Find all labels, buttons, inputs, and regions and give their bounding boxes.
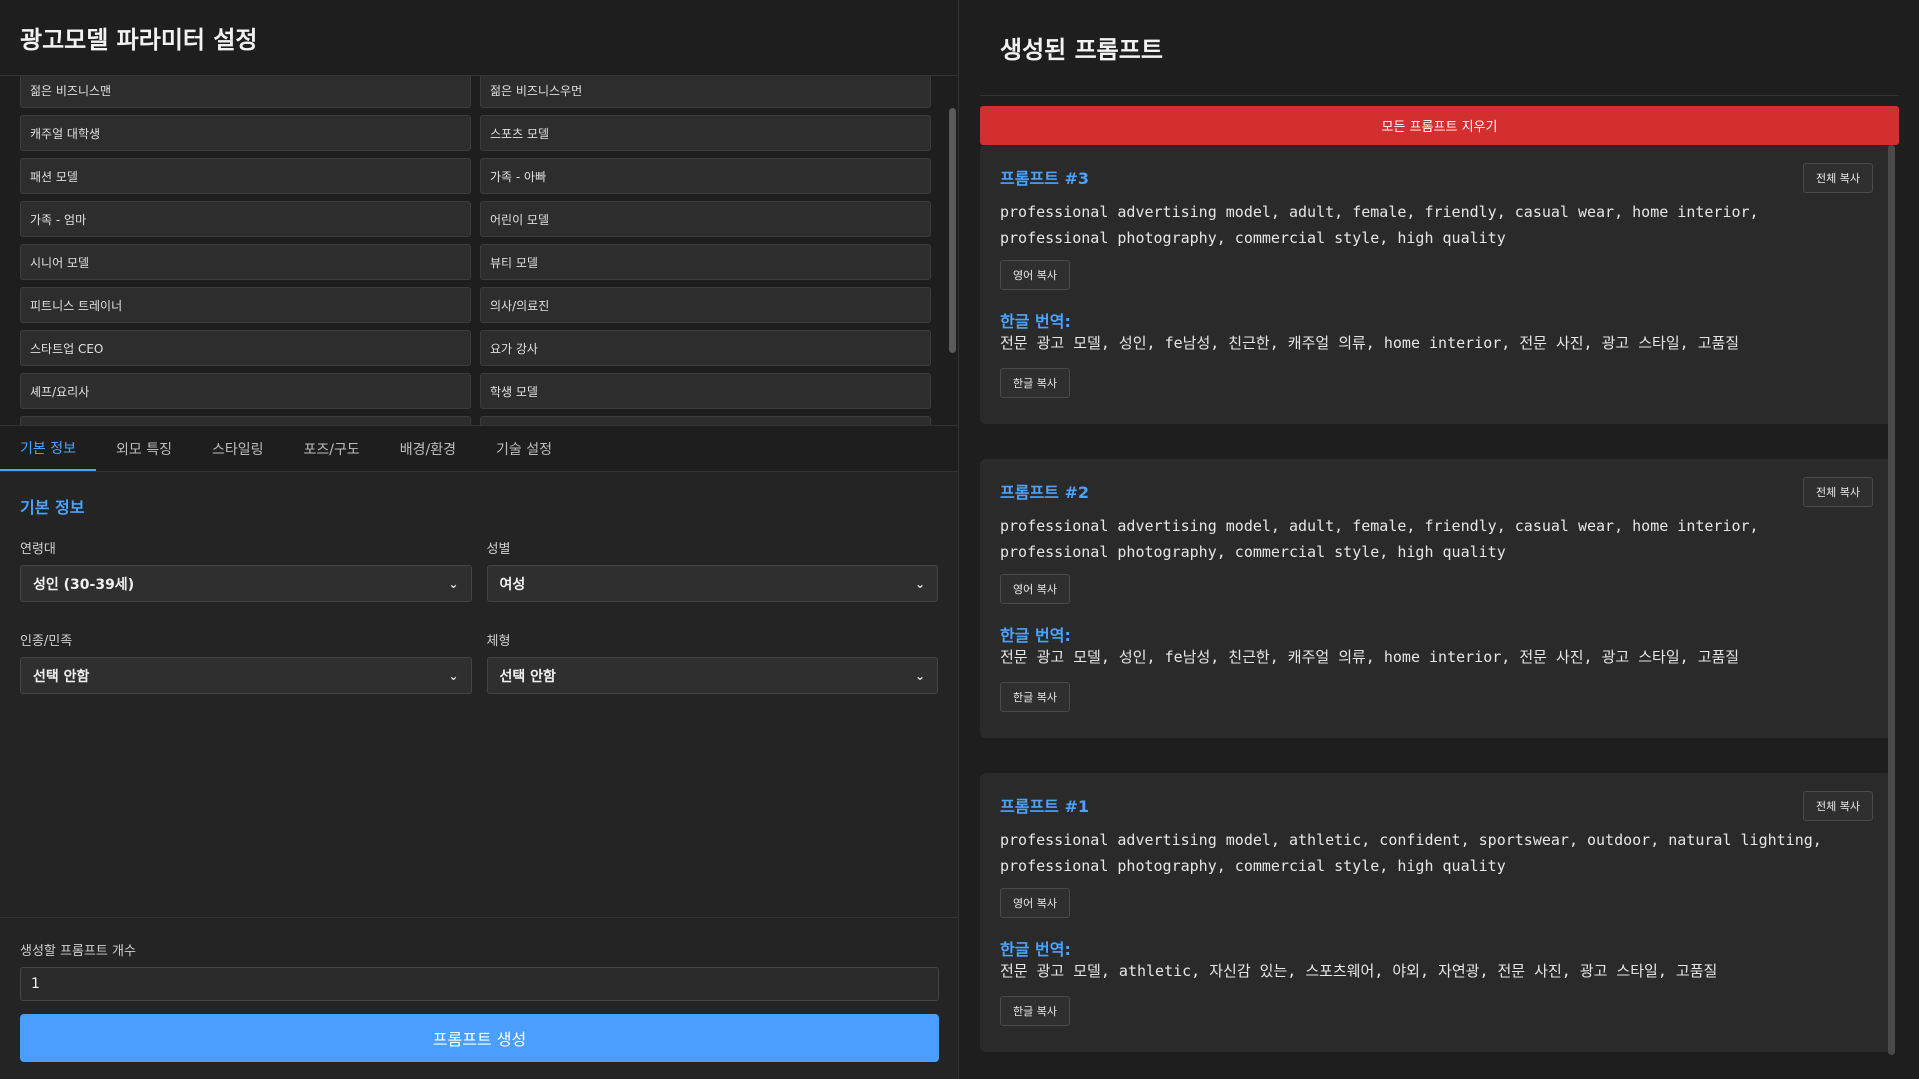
- prompt-title: 프롬프트 #1: [1000, 797, 1089, 816]
- chevron-down-icon: ⌄: [448, 576, 459, 591]
- prompt-title: 프롬프트 #3: [1000, 169, 1089, 188]
- copy-korean-button[interactable]: 한글 복사: [1000, 682, 1070, 712]
- preset-button[interactable]: 젊은 비즈니스맨: [20, 76, 471, 108]
- chevron-down-icon: ⌄: [914, 668, 925, 683]
- body-type-value: 선택 안함: [499, 668, 556, 685]
- prompt-english-text: professional advertising model, adult, f…: [1000, 203, 1759, 247]
- ethnicity-label: 인종/민족: [20, 634, 73, 649]
- copy-all-button[interactable]: 전체 복사: [1803, 163, 1873, 193]
- prompts-title: 생성된 프롬프트: [1000, 36, 1163, 64]
- preset-button[interactable]: 패션 모델: [20, 158, 471, 194]
- prompt-count-input[interactable]: 1: [20, 967, 939, 1001]
- age-select[interactable]: 성인 (30-39세) ⌄: [20, 565, 472, 602]
- section-title: 기본 정보: [20, 498, 85, 517]
- prompt-card: 프롬프트 #3 전체 복사 professional advertising m…: [980, 145, 1893, 424]
- prompt-korean-text: 전문 광고 모델, 성인, fe남성, 친근한, 캐주얼 의류, home in…: [1000, 648, 1740, 666]
- prompts-header: 생성된 프롬프트: [980, 0, 1899, 96]
- preset-button[interactable]: 어린이 모델: [480, 201, 931, 237]
- copy-all-button[interactable]: 전체 복사: [1803, 477, 1873, 507]
- preset-button[interactable]: 스타트업 CEO: [20, 330, 471, 366]
- tab-background[interactable]: 배경/환경: [380, 426, 476, 471]
- preset-button[interactable]: 캐주얼 대학생: [20, 115, 471, 151]
- copy-korean-button[interactable]: 한글 복사: [1000, 368, 1070, 398]
- generate-section: 생성할 프롬프트 개수 1 프롬프트 생성: [0, 917, 958, 1079]
- copy-korean-button[interactable]: 한글 복사: [1000, 996, 1070, 1026]
- copy-english-button[interactable]: 영어 복사: [1000, 260, 1070, 290]
- gender-select[interactable]: 여성 ⌄: [486, 565, 938, 602]
- preset-button[interactable]: 셰프/요리사: [20, 373, 471, 409]
- ethnicity-value: 선택 안함: [33, 668, 90, 685]
- parameter-tabs: 기본 정보 외모 특징 스타일링 포즈/구도 배경/환경 기술 설정: [0, 425, 958, 472]
- tab-basic-info[interactable]: 기본 정보: [0, 426, 96, 471]
- preset-button[interactable]: 피트니스 트레이너: [20, 287, 471, 323]
- prompt-card: 프롬프트 #1 전체 복사 professional advertising m…: [980, 773, 1893, 1052]
- prompts-panel: 생성된 프롬프트 모든 프롬프트 지우기 프롬프트 #3 전체 복사 profe…: [960, 0, 1919, 1079]
- tab-pose[interactable]: 포즈/구도: [284, 426, 380, 471]
- copy-english-button[interactable]: 영어 복사: [1000, 574, 1070, 604]
- korean-translation-label: 한글 번역:: [1000, 312, 1071, 331]
- prompts-scrollbar[interactable]: [1888, 145, 1895, 1055]
- preset-button[interactable]: 시니어 모델: [20, 244, 471, 280]
- prompt-list: 프롬프트 #3 전체 복사 professional advertising m…: [980, 145, 1893, 1079]
- preset-button[interactable]: [480, 416, 931, 425]
- body-type-label: 체형: [486, 634, 511, 649]
- korean-translation-label: 한글 번역:: [1000, 940, 1071, 959]
- tab-technical[interactable]: 기술 설정: [476, 426, 572, 471]
- prompt-english-text: professional advertising model, adult, f…: [1000, 517, 1759, 561]
- prompt-title: 프롬프트 #2: [1000, 483, 1089, 502]
- body-type-select[interactable]: 선택 안함 ⌄: [486, 657, 938, 694]
- clear-all-button[interactable]: 모든 프롬프트 지우기: [980, 106, 1899, 145]
- preset-button[interactable]: 의사/의료진: [480, 287, 931, 323]
- prompt-count-label: 생성할 프롬프트 개수: [20, 944, 136, 959]
- preset-button[interactable]: 학생 모델: [480, 373, 931, 409]
- gender-label: 성별: [486, 542, 511, 557]
- gender-value: 여성: [499, 576, 526, 593]
- preset-button[interactable]: 요가 강사: [480, 330, 931, 366]
- preset-button[interactable]: 가족 - 아빠: [480, 158, 931, 194]
- prompt-card: 프롬프트 #2 전체 복사 professional advertising m…: [980, 459, 1893, 738]
- prompt-korean-text: 전문 광고 모델, 성인, fe남성, 친근한, 캐주얼 의류, home in…: [1000, 334, 1740, 352]
- parameter-panel: 광고모델 파라미터 설정 젊은 비즈니스맨 젊은 비즈니스우먼 캐주얼 대학생 …: [0, 0, 959, 1079]
- korean-translation-label: 한글 번역:: [1000, 626, 1071, 645]
- copy-english-button[interactable]: 영어 복사: [1000, 888, 1070, 918]
- tab-styling[interactable]: 스타일링: [192, 426, 284, 471]
- chevron-down-icon: ⌄: [448, 668, 459, 683]
- tab-appearance[interactable]: 외모 특징: [96, 426, 192, 471]
- ethnicity-select[interactable]: 선택 안함 ⌄: [20, 657, 472, 694]
- prompt-korean-text: 전문 광고 모델, athletic, 자신감 있는, 스포츠웨어, 야외, 자…: [1000, 962, 1718, 980]
- age-value: 성인 (30-39세): [33, 576, 135, 593]
- preset-button[interactable]: [20, 416, 471, 425]
- basic-info-section: 기본 정보 연령대 성인 (30-39세) ⌄ 성별 여성 ⌄ 인종/민족 선택…: [0, 472, 958, 694]
- preset-button[interactable]: 스포츠 모델: [480, 115, 931, 151]
- preset-button[interactable]: 뷰티 모델: [480, 244, 931, 280]
- preset-scrollbar[interactable]: [949, 108, 956, 353]
- generate-button[interactable]: 프롬프트 생성: [20, 1014, 939, 1062]
- preset-button[interactable]: 가족 - 엄마: [20, 201, 471, 237]
- panel-header: 광고모델 파라미터 설정: [0, 0, 958, 76]
- preset-button[interactable]: 젊은 비즈니스우먼: [480, 76, 931, 108]
- panel-title: 광고모델 파라미터 설정: [20, 26, 258, 54]
- preset-list: 젊은 비즈니스맨 젊은 비즈니스우먼 캐주얼 대학생 스포츠 모델 패션 모델 …: [0, 76, 958, 425]
- copy-all-button[interactable]: 전체 복사: [1803, 791, 1873, 821]
- prompt-english-text: professional advertising model, athletic…: [1000, 831, 1822, 875]
- chevron-down-icon: ⌄: [914, 576, 925, 591]
- age-label: 연령대: [20, 542, 56, 557]
